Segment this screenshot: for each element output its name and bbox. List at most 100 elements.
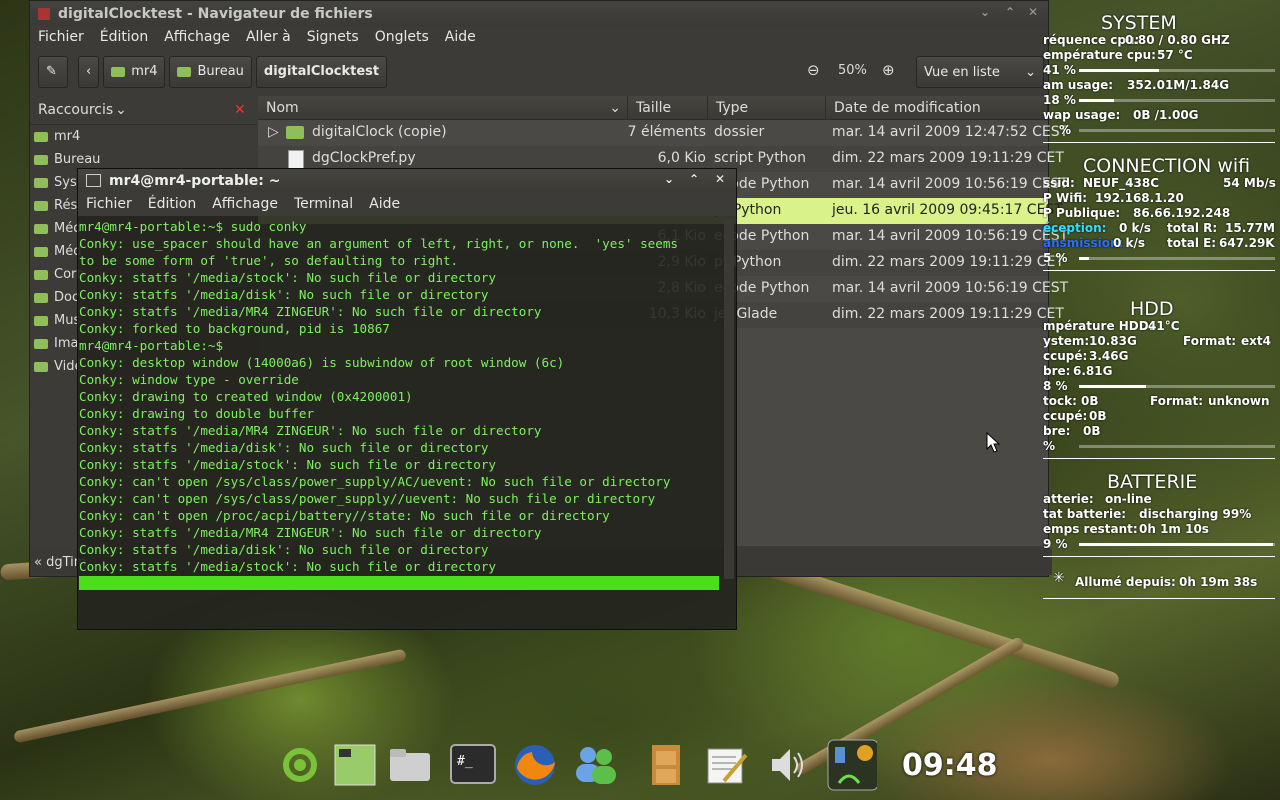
stock-value: 0B — [1081, 394, 1099, 408]
terminal-menu-bar: Fichier Édition Affichage Terminal Aide — [78, 192, 736, 216]
expander-icon[interactable]: ▷ — [268, 124, 279, 140]
back-button[interactable]: ‹ — [78, 55, 100, 88]
terminal-line: Conky: window type - override — [79, 372, 299, 387]
text-editor-icon[interactable] — [702, 740, 752, 790]
chevron-down-icon: ⌄ — [609, 99, 621, 116]
menu-aide[interactable]: Aide — [369, 196, 400, 212]
menu-fichier[interactable]: Fichier — [86, 196, 132, 212]
column-label: Date de modification — [834, 99, 981, 116]
python-file-icon — [288, 150, 304, 169]
file-size: 7 éléments — [627, 124, 706, 140]
terminal-line: Conky: statfs '/media/MR4 ZINGEUR': No s… — [79, 423, 542, 438]
sidebar-item-label: Ima — [54, 336, 79, 351]
ubuntu-logo-icon[interactable] — [275, 740, 325, 790]
system-format-value: ext4 — [1241, 334, 1271, 348]
terminal-scrollbar[interactable] — [724, 219, 734, 579]
terminal-output[interactable]: mr4@mr4-portable:~$ sudo conky Conky: use… — [79, 218, 719, 578]
terminal-line: Conky: statfs '/media/disk': No such fil… — [79, 287, 489, 302]
file-cabinet-icon[interactable] — [641, 740, 691, 790]
minimize-icon[interactable]: ⌄ — [980, 5, 990, 19]
stock-format-label: Format: — [1150, 394, 1204, 408]
uptime-value: 0h 19m 38s — [1179, 575, 1258, 589]
folder-icon[interactable] — [385, 740, 435, 790]
ram-label: am usage: — [1043, 78, 1114, 92]
terminal-line: Conky: statfs '/media/disk': No such fil… — [79, 440, 489, 455]
terminal-line: Conky: statfs '/media/MR4 ZINGEUR': No s… — [79, 525, 542, 540]
terminal-icon[interactable]: #_ — [448, 740, 498, 790]
system-title: SYSTEM — [1101, 12, 1177, 34]
close-sidebar-icon[interactable]: ✕ — [234, 102, 246, 118]
battery-status-value: on-line — [1105, 492, 1152, 506]
battery-bar-fill — [1079, 543, 1274, 546]
menu-edition[interactable]: Édition — [100, 29, 148, 45]
messenger-icon[interactable] — [571, 740, 621, 790]
column-size[interactable]: Taille — [628, 96, 708, 120]
terminal-titlebar[interactable]: mr4@mr4-portable: ~ ⌄ ⌃ ✕ — [78, 169, 736, 192]
menu-onglets[interactable]: Onglets — [375, 29, 429, 45]
hdd-title: HDD — [1130, 298, 1174, 320]
file-name: digitalClock (copie) — [312, 124, 447, 140]
menu-affichage[interactable]: Affichage — [164, 29, 230, 45]
terminal-line: Conky: use_spacer should have an argumen… — [79, 236, 678, 251]
zoom-out-icon[interactable]: ⊖ — [807, 61, 820, 79]
menu-terminal[interactable]: Terminal — [294, 196, 353, 212]
edit-location-button[interactable]: ✎ — [38, 55, 68, 88]
folder-icon — [111, 66, 126, 77]
path-current-button[interactable]: digitalClocktest — [255, 55, 388, 88]
volume-icon[interactable] — [763, 740, 813, 790]
rx-total-value: 15.77M — [1225, 221, 1275, 235]
zoom-in-icon[interactable]: ⊕ — [882, 61, 895, 79]
menu-edition[interactable]: Édition — [148, 196, 196, 212]
column-type[interactable]: Type — [708, 96, 826, 120]
cpu-temp-value: 57 °C — [1157, 48, 1193, 62]
public-ip-value: 86.66.192.248 — [1133, 206, 1231, 220]
firefox-icon[interactable] — [510, 740, 560, 790]
menu-aide[interactable]: Aide — [445, 29, 476, 45]
menu-affichage[interactable]: Affichage — [212, 196, 278, 212]
column-label: Taille — [636, 99, 672, 116]
path-label: Bureau — [197, 64, 244, 79]
view-mode-select[interactable]: Vue en liste ⌄ — [916, 56, 1044, 88]
system-value: 10.83G — [1089, 334, 1137, 348]
file-size: 6,0 Kio — [657, 150, 706, 166]
column-date[interactable]: Date de modification — [826, 96, 1048, 120]
view-mode-label: Vue en liste — [924, 64, 1000, 80]
terminal-title: mr4@mr4-portable: ~ — [109, 172, 281, 189]
file-row[interactable]: ▷ digitalClock (copie) 7 éléments dossier ma… — [258, 120, 1068, 146]
used-label: ccupé: — [1043, 349, 1088, 363]
menu-fichier[interactable]: Fichier — [38, 29, 84, 45]
menu-signets[interactable]: Signets — [307, 29, 359, 45]
battery-percent: 9 % — [1043, 537, 1068, 551]
terminal-line: Conky: drawing to double buffer — [79, 406, 315, 421]
folder-icon — [34, 315, 48, 326]
path-bureau-button[interactable]: Bureau — [169, 55, 252, 88]
clock[interactable]: 09:48 — [902, 748, 998, 783]
ram-bar — [1079, 99, 1275, 102]
maximize-icon[interactable]: ⌃ — [689, 172, 699, 186]
menu-aller[interactable]: Aller à — [246, 29, 291, 45]
stock-free-label: bre: — [1043, 424, 1071, 438]
maximize-icon[interactable]: ⌃ — [1005, 5, 1015, 19]
minimize-icon[interactable]: ⌄ — [664, 172, 674, 186]
file-date: dim. 22 mars 2009 19:11:29 CET — [832, 254, 1064, 270]
public-ip-label: P Publique: — [1043, 206, 1121, 220]
essid-value: NEUF_438C — [1083, 176, 1160, 190]
file-manager-titlebar[interactable]: digitalClocktest - Navigateur de fichier… — [30, 1, 1048, 26]
path-label: digitalClocktest — [263, 64, 380, 79]
sidebar-header[interactable]: Raccourcis ⌄ ✕ — [30, 96, 257, 125]
folder-icon — [34, 292, 48, 303]
sidebar-item[interactable]: mr4 — [30, 125, 257, 148]
column-label: Nom — [266, 99, 299, 116]
workspace-icon[interactable] — [330, 740, 380, 790]
file-name: dgClockPref.py — [312, 150, 416, 166]
chevron-down-icon: ⌄ — [1025, 64, 1036, 80]
hdd-percent: 8 % — [1043, 379, 1068, 393]
network-battery-icon[interactable] — [827, 739, 877, 791]
column-name[interactable]: Nom ⌄ — [258, 96, 628, 120]
sidebar-title: Raccourcis — [38, 102, 114, 118]
close-icon[interactable]: ✕ — [1028, 5, 1038, 19]
free-label: bre: — [1043, 364, 1071, 378]
swap-percent: % — [1059, 123, 1072, 137]
path-mr4-button[interactable]: mr4 — [103, 55, 166, 88]
close-icon[interactable]: ✕ — [715, 172, 725, 186]
